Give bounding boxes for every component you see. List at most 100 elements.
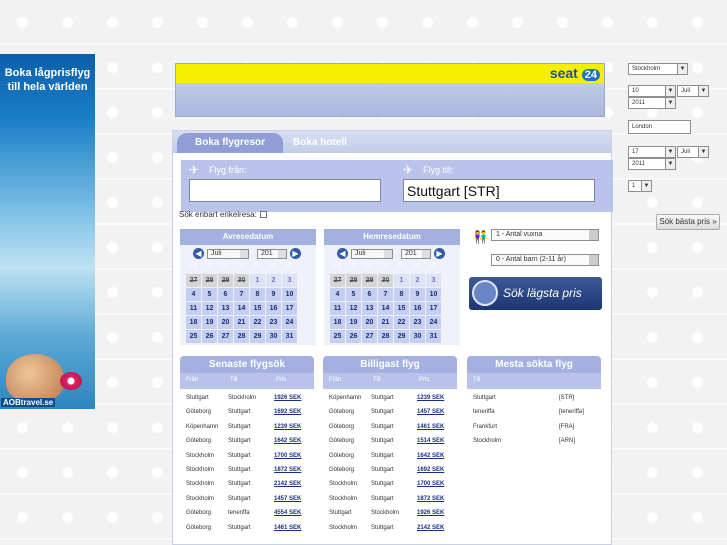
calendar-day[interactable]: 8 <box>394 288 409 301</box>
price-link[interactable]: 1700 SEK <box>274 449 301 463</box>
price-link[interactable]: 1457 SEK <box>417 405 444 419</box>
list-row[interactable]: Stockholm Stuttgart 1700 SEK <box>180 449 314 463</box>
calendar-day[interactable]: 17 <box>282 302 297 315</box>
calendar-day[interactable]: 9 <box>410 288 425 301</box>
return-month-select[interactable]: Juli <box>351 249 393 259</box>
calendar-day[interactable]: 12 <box>346 302 361 315</box>
calendar-day[interactable]: 30 <box>378 274 393 287</box>
list-row[interactable]: Stockholm Stuttgart 1872 SEK <box>323 492 457 506</box>
list-row[interactable]: Stuttgart Stockholm 1926 SEK <box>180 391 314 405</box>
calendar-day[interactable]: 18 <box>330 316 345 329</box>
calendar-day[interactable]: 27 <box>186 274 201 287</box>
calendar-day[interactable]: 25 <box>186 330 201 343</box>
calendar-day[interactable]: 11 <box>330 302 345 315</box>
tab-book-hotels[interactable]: Boka hotell <box>285 133 355 153</box>
price-link[interactable]: 1926 SEK <box>274 391 301 405</box>
calendar-day[interactable]: 19 <box>346 316 361 329</box>
calendar-day[interactable]: 10 <box>282 288 297 301</box>
calendar-day[interactable]: 29 <box>218 274 233 287</box>
calendar-day[interactable]: 26 <box>346 330 361 343</box>
calendar-day[interactable]: 3 <box>282 274 297 287</box>
calendar-day[interactable]: 30 <box>410 330 425 343</box>
list-row[interactable]: Stuttgart [STR] <box>467 391 601 405</box>
next-month-button[interactable]: ▶ <box>290 248 301 259</box>
calendar-day[interactable]: 14 <box>234 302 249 315</box>
list-row[interactable]: Stuttgart Stockholm 1926 SEK <box>323 506 457 520</box>
calendar-day[interactable]: 22 <box>250 316 265 329</box>
price-link[interactable]: 1872 SEK <box>417 492 444 506</box>
calendar-day[interactable]: 6 <box>362 288 377 301</box>
calendar-day[interactable]: 23 <box>266 316 281 329</box>
from-input[interactable] <box>189 179 381 202</box>
list-row[interactable]: Göteborg Stuttgart 1692 SEK <box>180 405 314 419</box>
price-link[interactable]: 2142 SEK <box>274 477 301 491</box>
list-row[interactable]: Göteborg Stuttgart 1461 SEK <box>180 521 314 535</box>
calendar-day[interactable]: 14 <box>378 302 393 315</box>
prev-month-button[interactable]: ◀ <box>193 248 204 259</box>
calendar-day[interactable]: 17 <box>426 302 441 315</box>
calendar-day[interactable]: 28 <box>378 330 393 343</box>
calendar-day[interactable]: 2 <box>266 274 281 287</box>
calendar-day[interactable]: 24 <box>426 316 441 329</box>
calendar-day[interactable]: 18 <box>186 316 201 329</box>
price-link[interactable]: 1239 SEK <box>274 420 301 434</box>
price-link[interactable]: 1926 SEK <box>417 506 444 520</box>
calendar-day[interactable]: 27 <box>218 330 233 343</box>
right-dep-month-select[interactable]: Juli ▼ <box>677 85 709 97</box>
price-link[interactable]: 1239 SEK <box>417 391 444 405</box>
search-best-price-button[interactable]: Sök bästa pris » <box>656 214 720 230</box>
list-row[interactable]: Stockholm Stuttgart 1700 SEK <box>323 477 457 491</box>
calendar-day[interactable]: 4 <box>330 288 345 301</box>
price-link[interactable]: 1514 SEK <box>417 434 444 448</box>
calendar-day[interactable]: 3 <box>426 274 441 287</box>
calendar-day[interactable]: 31 <box>282 330 297 343</box>
calendar-day[interactable]: 5 <box>346 288 361 301</box>
calendar-day[interactable]: 20 <box>218 316 233 329</box>
calendar-day[interactable]: 24 <box>282 316 297 329</box>
calendar-day[interactable]: 13 <box>362 302 377 315</box>
calendar-day[interactable]: 29 <box>362 274 377 287</box>
right-dep-year-select[interactable]: 2011 ▼ <box>628 97 676 109</box>
calendar-day[interactable]: 13 <box>218 302 233 315</box>
right-passengers-select[interactable]: 1 ▼ <box>628 180 652 192</box>
list-row[interactable]: Stockholm Stuttgart 1872 SEK <box>180 463 314 477</box>
calendar-day[interactable]: 22 <box>394 316 409 329</box>
list-row[interactable]: Göteborg Stuttgart 1461 SEK <box>323 420 457 434</box>
tab-book-flights[interactable]: Boka flygresor <box>177 133 283 153</box>
calendar-day[interactable]: 21 <box>234 316 249 329</box>
oneway-checkbox[interactable] <box>260 211 268 219</box>
calendar-day[interactable]: 19 <box>202 316 217 329</box>
calendar-day[interactable]: 11 <box>186 302 201 315</box>
calendar-day[interactable]: 6 <box>218 288 233 301</box>
price-link[interactable]: 1692 SEK <box>417 463 444 477</box>
calendar-day[interactable]: 12 <box>202 302 217 315</box>
departure-month-select[interactable]: Juli <box>207 249 249 259</box>
list-row[interactable]: Stockholm [ARN] <box>467 434 601 448</box>
next-month-button[interactable]: ▶ <box>434 248 445 259</box>
list-row[interactable]: Göteborg Stuttgart 1642 SEK <box>323 449 457 463</box>
children-select[interactable]: 0 - Antal barn (2-11 år) <box>491 254 599 266</box>
right-dep-day-select[interactable]: 10 ▼ <box>628 85 676 97</box>
list-row[interactable]: Göteborg Stuttgart 1642 SEK <box>180 434 314 448</box>
calendar-day[interactable]: 25 <box>330 330 345 343</box>
price-link[interactable]: 1700 SEK <box>417 477 444 491</box>
left-advertisement[interactable]: Boka lågprisflyg till hela världen AOBtr… <box>0 54 95 409</box>
calendar-day[interactable]: 16 <box>410 302 425 315</box>
list-row[interactable]: Stockholm Stuttgart 1457 SEK <box>180 492 314 506</box>
calendar-day[interactable]: 10 <box>426 288 441 301</box>
calendar-day[interactable]: 26 <box>202 330 217 343</box>
list-row[interactable]: Göteborg Stuttgart 1457 SEK <box>323 405 457 419</box>
adults-select[interactable]: 1 - Antal vuxna <box>491 229 599 241</box>
calendar-day[interactable]: 23 <box>410 316 425 329</box>
calendar-day[interactable]: 8 <box>250 288 265 301</box>
calendar-day[interactable]: 7 <box>378 288 393 301</box>
calendar-day[interactable]: 1 <box>250 274 265 287</box>
list-row[interactable]: Köpenhamn Stuttgart 1239 SEK <box>323 391 457 405</box>
calendar-day[interactable]: 15 <box>250 302 265 315</box>
calendar-day[interactable]: 27 <box>330 274 345 287</box>
top-banner[interactable]: seat 24 <box>175 63 605 117</box>
list-row[interactable]: Köpenhamn Stuttgart 1239 SEK <box>180 420 314 434</box>
calendar-day[interactable]: 30 <box>266 330 281 343</box>
list-row[interactable]: Stockholm Stuttgart 2142 SEK <box>180 477 314 491</box>
calendar-day[interactable]: 1 <box>394 274 409 287</box>
